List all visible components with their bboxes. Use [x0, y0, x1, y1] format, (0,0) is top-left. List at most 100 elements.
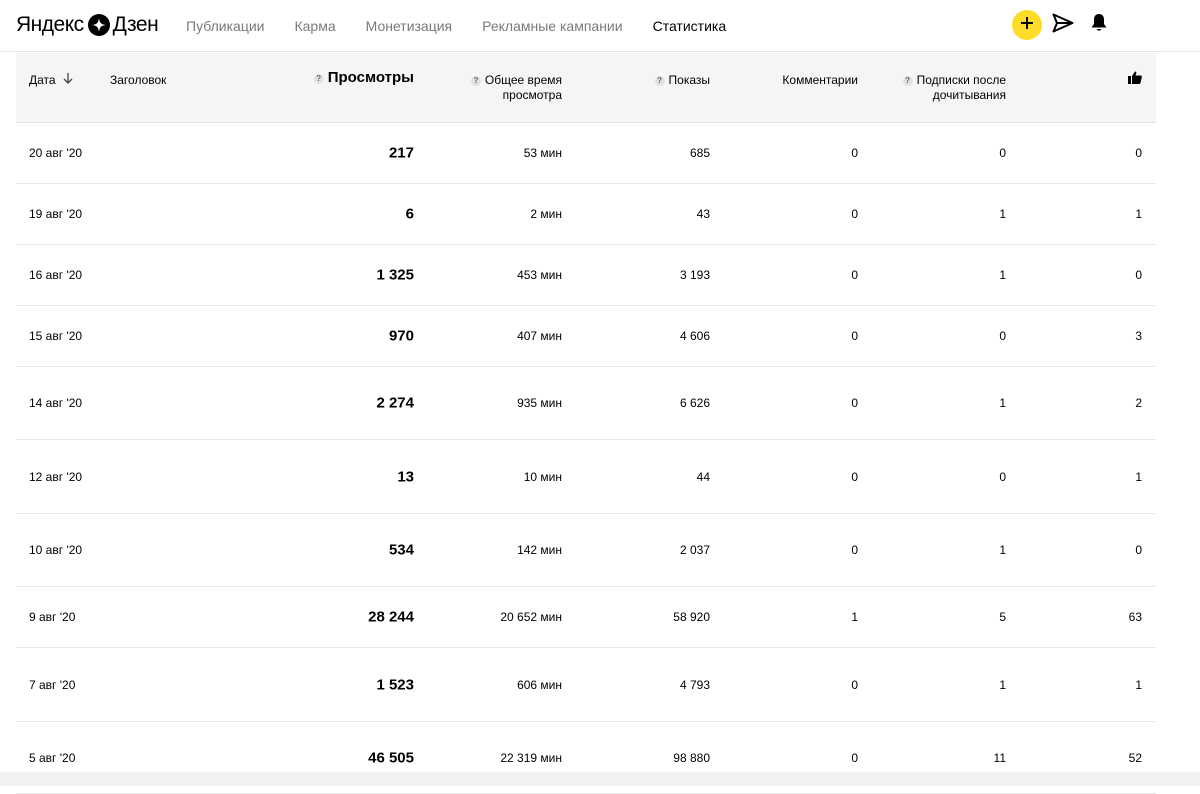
yandex-zen-logo[interactable]: Яндекс Дзен — [16, 12, 159, 38]
row-likes: 1 — [1135, 677, 1142, 692]
help-icon[interactable]: ? — [654, 76, 665, 86]
thumbs-up-icon — [1128, 71, 1142, 87]
table-row[interactable]: 10 авг '20 534 142 мин 2 037 0 1 0 — [16, 514, 1156, 587]
row-views: 13 — [397, 468, 414, 485]
row-watch-time: 10 мин — [523, 469, 562, 484]
row-comments: 0 — [851, 146, 858, 160]
row-watch-time: 20 652 мин — [500, 610, 562, 624]
table-row[interactable]: 14 авг '20 2 274 935 мин 6 626 0 1 2 — [16, 367, 1156, 440]
col-comments[interactable]: Комментарии — [782, 73, 858, 88]
plus-icon — [1020, 16, 1034, 35]
row-date: 12 авг '20 — [29, 469, 83, 484]
col-subs-line1: Подписки после — [916, 73, 1006, 87]
table-row[interactable]: 12 авг '20 13 10 мин 44 0 0 1 — [16, 440, 1156, 514]
table-row[interactable]: 7 авг '20 1 523 606 мин 4 793 0 1 1 — [16, 648, 1156, 722]
stats-table: Дата Заголовок ? Просмотры ? Общее время п… — [16, 53, 1156, 794]
row-watch-time: 22 319 мин — [500, 750, 562, 765]
row-likes: 0 — [1135, 543, 1142, 557]
col-subscriptions[interactable]: ? Подписки после дочитывания — [902, 73, 1006, 103]
row-date: 10 авг '20 — [29, 543, 83, 557]
row-subscriptions: 0 — [999, 469, 1006, 484]
row-subscriptions: 5 — [999, 610, 1006, 624]
row-likes: 2 — [1135, 396, 1142, 410]
row-comments: 0 — [851, 750, 858, 765]
help-icon[interactable]: ? — [470, 76, 481, 86]
row-impressions: 2 037 — [679, 543, 710, 557]
col-watch-time[interactable]: ? Общее время просмотра — [470, 73, 562, 103]
row-subscriptions: 0 — [999, 329, 1006, 343]
row-watch-time: 453 мин — [517, 268, 562, 282]
table-row[interactable]: 19 авг '20 6 2 мин 43 0 1 1 — [16, 184, 1156, 245]
bottom-edge — [0, 772, 1200, 786]
row-subscriptions: 11 — [993, 750, 1006, 765]
nav-statistics[interactable]: Статистика — [653, 18, 727, 34]
row-views: 1 523 — [376, 676, 414, 693]
nav-ad-campaigns[interactable]: Рекламные кампании — [482, 18, 622, 34]
row-impressions: 6 626 — [679, 396, 710, 410]
row-impressions: 43 — [696, 207, 710, 221]
row-impressions: 4 606 — [679, 329, 710, 343]
row-date: 7 авг '20 — [29, 677, 76, 692]
row-comments: 0 — [851, 207, 858, 221]
row-likes: 1 — [1135, 207, 1142, 221]
nav-publications[interactable]: Публикации — [186, 18, 264, 34]
col-date-label: Дата — [29, 73, 56, 87]
help-icon[interactable]: ? — [313, 74, 324, 84]
row-date: 15 авг '20 — [29, 329, 83, 343]
row-date: 9 авг '20 — [29, 610, 76, 624]
row-impressions: 44 — [696, 469, 710, 484]
notifications-button[interactable] — [1084, 10, 1114, 40]
row-impressions: 58 920 — [673, 610, 710, 624]
row-likes: 3 — [1135, 329, 1142, 343]
sort-arrow-down-icon — [63, 73, 73, 87]
row-views: 1 325 — [376, 266, 414, 284]
row-views: 534 — [388, 541, 414, 559]
send-button[interactable] — [1048, 10, 1078, 40]
create-button[interactable] — [1012, 10, 1042, 40]
help-icon[interactable]: ? — [902, 76, 913, 86]
title-cell-blank — [106, 757, 262, 771]
nav-monetization[interactable]: Монетизация — [366, 18, 453, 34]
table-header: Дата Заголовок ? Просмотры ? Общее время п… — [16, 53, 1156, 123]
row-subscriptions: 0 — [999, 146, 1006, 160]
table-row[interactable]: 20 авг '20 217 53 мин 685 0 0 0 — [16, 123, 1156, 184]
row-views: 6 — [405, 205, 414, 223]
row-comments: 1 — [851, 610, 858, 624]
main-nav: Публикации Карма Монетизация Рекламные к… — [186, 0, 756, 52]
table-row[interactable]: 15 авг '20 970 407 мин 4 606 0 0 3 — [16, 306, 1156, 367]
col-date[interactable]: Дата — [29, 73, 73, 88]
table-body: 20 авг '20 217 53 мин 685 0 0 0 19 авг '20 6 2 ми… — [16, 123, 1156, 794]
row-date: 16 авг '20 — [29, 268, 83, 282]
table-row[interactable]: 9 авг '20 28 244 20 652 мин 58 920 1 5 63 — [16, 587, 1156, 648]
col-impressions[interactable]: ? Показы — [654, 73, 710, 88]
bell-icon — [1090, 13, 1108, 38]
row-views: 217 — [388, 144, 414, 162]
row-views: 28 244 — [368, 608, 414, 626]
row-comments: 0 — [851, 469, 858, 484]
row-views: 970 — [388, 327, 414, 345]
table-row[interactable]: 16 авг '20 1 325 453 мин 3 193 0 1 0 — [16, 245, 1156, 306]
row-impressions: 685 — [689, 146, 710, 160]
row-comments: 0 — [851, 677, 858, 692]
row-date: 20 авг '20 — [29, 146, 83, 160]
row-likes: 1 — [1135, 469, 1142, 484]
row-likes: 63 — [1128, 610, 1142, 624]
row-subscriptions: 1 — [999, 543, 1006, 557]
row-subscriptions: 1 — [999, 677, 1006, 692]
row-subscriptions: 1 — [999, 396, 1006, 410]
col-watch-time-line1: Общее время — [484, 73, 562, 87]
row-views: 2 274 — [376, 394, 414, 412]
send-icon — [1052, 13, 1074, 38]
row-watch-time: 2 мин — [530, 207, 562, 221]
row-impressions: 4 793 — [679, 677, 710, 692]
row-subscriptions: 1 — [999, 207, 1006, 221]
col-title[interactable]: Заголовок — [110, 73, 166, 88]
row-likes: 0 — [1135, 268, 1142, 282]
col-views[interactable]: ? Просмотры — [313, 70, 414, 85]
nav-karma[interactable]: Карма — [294, 18, 335, 34]
row-impressions: 3 193 — [679, 268, 710, 282]
col-likes[interactable] — [1128, 71, 1142, 88]
top-header: Яндекс Дзен Публикации Карма Монетизация… — [0, 0, 1200, 52]
row-impressions: 98 880 — [673, 750, 710, 765]
row-date: 19 авг '20 — [29, 207, 83, 221]
